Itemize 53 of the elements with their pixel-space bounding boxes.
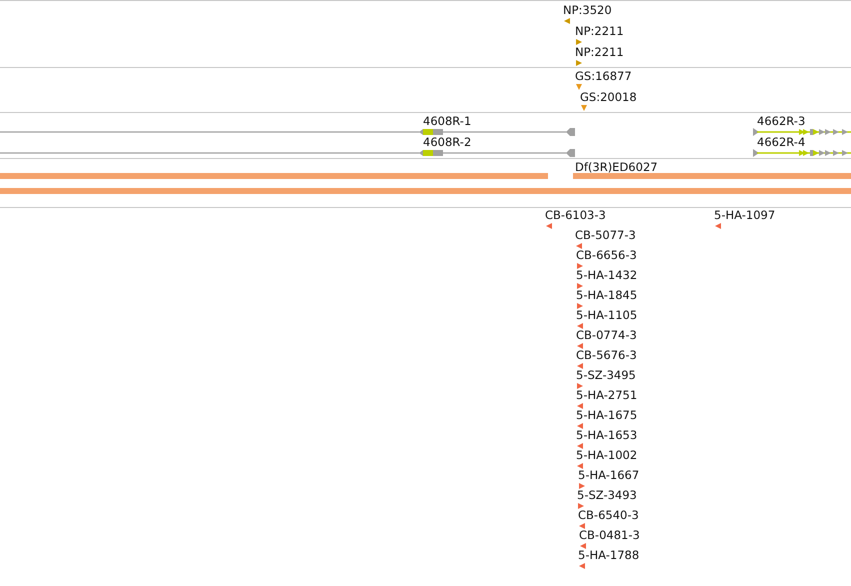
triangle-right-icon (577, 263, 583, 269)
triangle-left-icon (579, 523, 585, 529)
triangle-left-icon (576, 243, 582, 249)
triangle-left-icon (577, 323, 583, 329)
triangle-right-icon (576, 39, 582, 45)
feature-label: 5-HA-1845 (576, 288, 638, 302)
triangle-down-icon (581, 105, 587, 111)
feature-label: CB-0774-3 (576, 328, 637, 342)
feature-label: 5-HA-2751 (576, 388, 638, 402)
feature-label: 5-HA-1788 (578, 548, 640, 562)
triangle-left-icon (577, 443, 583, 449)
triangle-left-icon (564, 18, 570, 24)
feature-label: 5-HA-1675 (576, 408, 638, 422)
feature-label: Df(3R)ED6027 (575, 160, 658, 174)
feature-label: NP:2211 (575, 45, 624, 59)
feature-label: CB-5077-3 (575, 228, 636, 242)
feature-label: NP:2211 (575, 24, 624, 38)
triangle-down-icon (576, 84, 582, 90)
triangle-left-icon (577, 463, 583, 469)
feature-label: 5-SZ-3495 (576, 368, 636, 382)
triangle-left-icon (577, 403, 583, 409)
feature-label: NP:3520 (563, 3, 612, 17)
feature-label: 5-SZ-3493 (577, 488, 637, 502)
triangle-left-icon (580, 543, 586, 549)
feature-label: CB-6103-3 (545, 208, 606, 222)
gene-label: 4662R-3 (757, 114, 806, 128)
triangle-right-icon (577, 383, 583, 389)
triangle-right-icon (577, 303, 583, 309)
feature-label: CB-6540-3 (578, 508, 639, 522)
triangle-left-icon (577, 363, 583, 369)
gene-label: 4662R-4 (757, 135, 806, 149)
feature-label: 5-HA-1097 (714, 208, 776, 222)
triangle-right-icon (579, 483, 585, 489)
triangle-left-icon (579, 563, 585, 569)
feature-label: CB-6656-3 (576, 248, 637, 262)
triangle-right-icon (578, 503, 584, 509)
triangle-left-icon (577, 423, 583, 429)
feature-label: 5-HA-1432 (576, 268, 638, 282)
triangle-left-icon (546, 223, 552, 229)
feature-label: CB-5676-3 (576, 348, 637, 362)
feature-label: 5-HA-1667 (578, 468, 640, 482)
gene-label: 4608R-2 (423, 135, 472, 149)
feature-label: 5-HA-1653 (576, 428, 638, 442)
feature-label: GS:20018 (580, 90, 637, 104)
triangle-left-icon (577, 343, 583, 349)
feature-label: GS:16877 (575, 69, 632, 83)
triangle-right-icon (577, 283, 583, 289)
triangle-right-icon (576, 60, 582, 66)
triangle-left-icon (715, 223, 721, 229)
gene-label: 4608R-1 (423, 114, 472, 128)
feature-label: 5-HA-1105 (576, 308, 638, 322)
feature-label: CB-0481-3 (579, 528, 640, 542)
feature-label: 5-HA-1002 (576, 448, 638, 462)
